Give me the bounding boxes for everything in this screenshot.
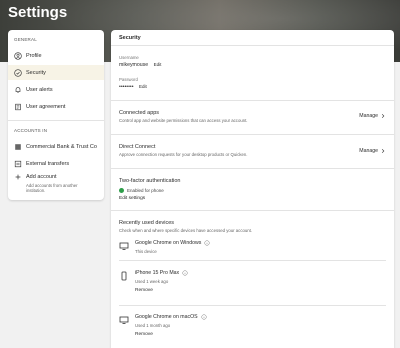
row-divider: [111, 100, 394, 101]
sidebar-heading-general: GENERAL: [14, 37, 37, 42]
sidebar-account-commercial-bank[interactable]: Commercial Bank & Trust Co: [8, 139, 104, 154]
password-value: ••••••••: [119, 84, 134, 90]
document-icon: [14, 103, 22, 111]
row-divider: [111, 168, 394, 169]
sidebar-account-label: Commercial Bank & Trust Co: [26, 143, 97, 150]
remove-device-button[interactable]: Remove: [135, 288, 188, 293]
add-account-description: Add accounts from another institution.: [26, 183, 78, 193]
add-account-label: Add account: [26, 174, 57, 180]
sidebar-item-security[interactable]: Security: [8, 65, 104, 80]
sidebar-item-user-agreement[interactable]: User agreement: [8, 99, 104, 114]
device-name-row: iPhone 15 Pro Max: [135, 270, 188, 276]
plus-icon: [14, 173, 22, 181]
device-item-chrome-macos: Google Chrome on macOS Used 1 month ago …: [119, 314, 207, 337]
monitor-icon: [119, 315, 129, 325]
device-name-row: Google Chrome on macOS: [135, 314, 207, 320]
section-divider: [111, 45, 394, 46]
shield-icon: [14, 68, 22, 77]
profile-icon: [14, 51, 22, 60]
device-name-row: Google Chrome on Windows: [135, 240, 210, 246]
device-divider: [119, 305, 386, 306]
manage-label: Manage: [359, 148, 378, 154]
username-value: mikeymouse: [119, 62, 149, 68]
sidebar-heading-accounts: ACCOUNTS IN: [14, 128, 48, 133]
connected-apps-manage-button[interactable]: Manage: [359, 113, 386, 119]
two-factor-status-text: Enabled for phone: [127, 188, 164, 193]
device-name: iPhone 15 Pro Max: [135, 270, 180, 276]
password-row: •••••••• Edit: [119, 84, 147, 90]
sidebar-item-label: Profile: [26, 52, 42, 59]
row-divider: [111, 134, 394, 135]
device-divider: [119, 260, 386, 261]
device-meta: This device: [135, 249, 157, 254]
manage-label: Manage: [359, 113, 378, 119]
direct-connect-title: Direct Connect: [119, 144, 156, 150]
sidebar-item-label: User agreement: [26, 103, 66, 110]
edit-two-factor-link[interactable]: Edit settings: [119, 196, 145, 201]
add-account-button[interactable]: Add account: [8, 171, 104, 183]
edit-username-link[interactable]: Edit: [154, 62, 162, 67]
chevron-right-icon: [381, 148, 385, 154]
monitor-icon: [119, 241, 129, 251]
page-title: Settings: [8, 4, 68, 21]
info-icon[interactable]: [182, 270, 188, 276]
device-meta: Used 1 week ago: [135, 279, 169, 284]
device-meta: Used 1 month ago: [135, 323, 171, 328]
two-factor-title: Two-factor authentication: [119, 178, 181, 184]
edit-password-link[interactable]: Edit: [139, 84, 147, 89]
chevron-right-icon: [381, 113, 385, 119]
check-icon: [119, 188, 124, 193]
username-row: mikeymouse Edit: [119, 62, 161, 68]
transfer-icon: [14, 160, 22, 168]
bank-icon: [14, 143, 22, 151]
device-item-iphone: iPhone 15 Pro Max Used 1 week ago Remove: [119, 270, 188, 293]
device-name: Google Chrome on macOS: [135, 314, 198, 320]
sidebar-item-user-alerts[interactable]: User alerts: [8, 82, 104, 97]
two-factor-status: Enabled for phone: [119, 188, 164, 193]
phone-icon: [119, 271, 129, 281]
recent-devices-description: Check when and where specific devices ha…: [119, 228, 253, 233]
remove-device-button[interactable]: Remove: [135, 332, 207, 337]
row-divider: [111, 210, 394, 211]
sidebar-item-label: Security: [26, 69, 46, 76]
section-title: Security: [119, 35, 141, 41]
connected-apps-description: Control app and website permissions that…: [119, 118, 248, 123]
direct-connect-description: Approve connection requests for your des…: [119, 152, 248, 157]
sidebar-account-label: External transfers: [26, 160, 70, 167]
sidebar-divider: [8, 120, 104, 121]
sidebar-item-label: User alerts: [26, 86, 53, 93]
password-label: Password: [119, 77, 138, 82]
info-icon[interactable]: [201, 314, 207, 320]
username-label: Username: [119, 55, 139, 60]
device-name: Google Chrome on Windows: [135, 240, 202, 246]
device-item-chrome-windows: Google Chrome on Windows This device: [119, 240, 210, 254]
connected-apps-title: Connected apps: [119, 110, 160, 116]
info-icon[interactable]: [204, 240, 210, 246]
sidebar-account-external-transfers[interactable]: External transfers: [8, 156, 104, 171]
sidebar: GENERAL Profile Security User alerts Use…: [8, 30, 104, 200]
sidebar-item-profile[interactable]: Profile: [8, 48, 104, 63]
recent-devices-title: Recently used devices: [119, 220, 175, 226]
bell-icon: [14, 86, 22, 94]
direct-connect-manage-button[interactable]: Manage: [359, 148, 386, 154]
security-panel: Security Username mikeymouse Edit Passwo…: [111, 30, 394, 348]
